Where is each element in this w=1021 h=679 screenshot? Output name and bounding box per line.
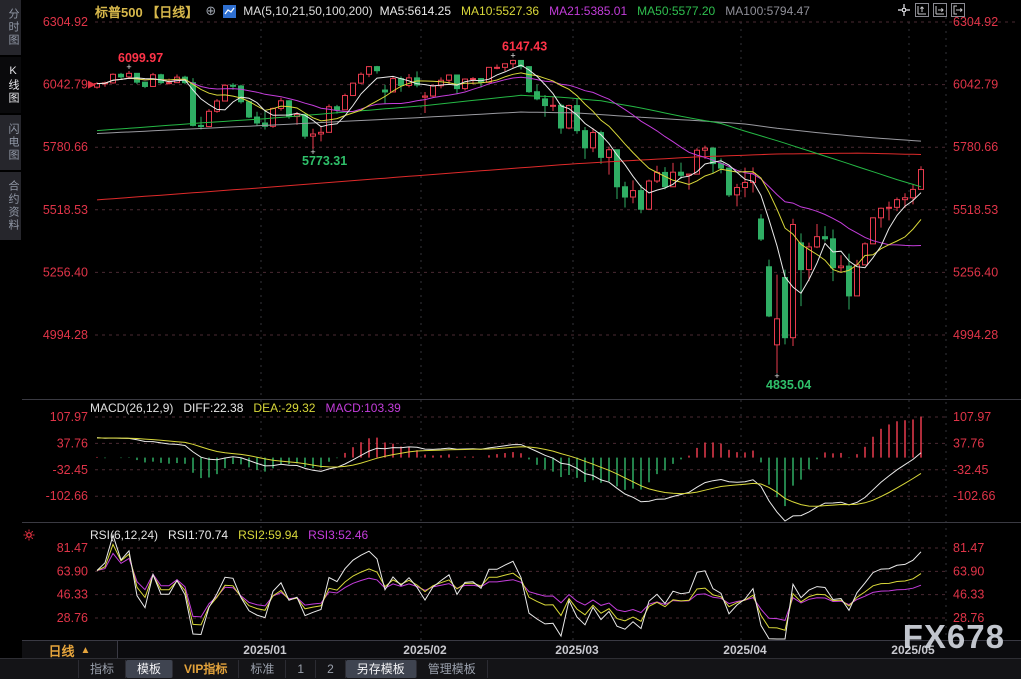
- watermark: FX678: [903, 618, 1005, 656]
- svg-text:-102.66: -102.66: [953, 489, 995, 503]
- macd-legend-item: MACD:103.39: [325, 401, 400, 417]
- svg-text:81.47: 81.47: [953, 541, 984, 555]
- svg-text:5780.66: 5780.66: [43, 140, 88, 154]
- extreme-plus-marker: +: [510, 51, 515, 61]
- rsi-params: RSI(6,12,24): [90, 528, 158, 544]
- ma-legend: MA5:5614.25 MA10:5527.36 MA21:5385.01 MA50:…: [380, 4, 810, 18]
- date-axis: 日线 ▲ 2025/012025/022025/032025/042025/05: [22, 640, 1021, 659]
- header-toolbar: [897, 3, 965, 17]
- svg-text:28.76: 28.76: [57, 611, 88, 625]
- svg-text:6304.92: 6304.92: [953, 15, 998, 29]
- left-sidebar: 分时图K线图闪电图合约资料: [0, 0, 22, 679]
- tab-slot-1[interactable]: 1: [286, 660, 316, 678]
- chevron-up-icon: ▲: [81, 645, 91, 656]
- month-label: 2025/02: [397, 643, 453, 657]
- chart-header: 标普500 【日线】 ⊕ MA(5,10,21,50,100,200) MA5:…: [22, 0, 951, 22]
- bottom-tab-bar: 指标模板VIP指标标准12另存模板管理模板: [0, 658, 1021, 679]
- svg-text:5518.53: 5518.53: [953, 203, 998, 217]
- trading-app-window: 6304.926304.926042.796042.795780.665780.…: [0, 0, 1021, 679]
- svg-text:-32.45: -32.45: [953, 463, 988, 477]
- indicator-settings-icon[interactable]: [23, 528, 35, 546]
- svg-text:63.90: 63.90: [57, 564, 88, 578]
- extreme-plus-marker: +: [310, 147, 315, 157]
- svg-text:6042.79: 6042.79: [953, 78, 998, 92]
- svg-text:4994.28: 4994.28: [43, 328, 88, 342]
- circle-plus-icon[interactable]: ⊕: [205, 3, 216, 19]
- svg-text:5780.66: 5780.66: [953, 140, 998, 154]
- ma-legend-item: MA5:5614.25: [380, 4, 451, 18]
- sidebar-item-time-chart[interactable]: 分时图: [0, 0, 21, 55]
- rsi-header: RSI(6,12,24) RSI1:70.74 RSI2:59.94 RSI3:52…: [90, 528, 368, 544]
- tab-vip-indicators[interactable]: VIP指标: [173, 660, 239, 678]
- rsi-legend-item: RSI2:59.94: [238, 528, 298, 544]
- svg-text:46.33: 46.33: [953, 588, 984, 602]
- svg-text:37.76: 37.76: [57, 436, 88, 450]
- ma-legend-item: MA10:5527.36: [461, 4, 539, 18]
- ma-lines: [97, 65, 921, 293]
- period-label: 日线: [49, 641, 75, 660]
- tab-indicators[interactable]: 指标: [78, 660, 126, 678]
- macd-header: MACD(26,12,9) DIFF:22.38 DEA:-29.32 MACD:1…: [90, 401, 401, 417]
- period-selector[interactable]: 日线 ▲: [22, 641, 118, 659]
- pane-export-icon[interactable]: [951, 3, 965, 17]
- svg-text:6147.43: 6147.43: [502, 40, 547, 54]
- svg-text:46.33: 46.33: [57, 588, 88, 602]
- month-label: 2025/01: [237, 643, 293, 657]
- macd-legend-item: DEA:-29.32: [253, 401, 315, 417]
- sidebar-item-kline-chart[interactable]: K线图: [0, 57, 21, 113]
- macd-params: MACD(26,12,9): [90, 401, 173, 417]
- svg-text:107.97: 107.97: [953, 410, 991, 424]
- rsi-panel: [97, 535, 921, 639]
- sidebar-item-flash-chart[interactable]: 闪电图: [0, 115, 21, 170]
- svg-text:5256.40: 5256.40: [43, 265, 88, 279]
- tab-save-template[interactable]: 另存模板: [346, 660, 417, 678]
- svg-text:-102.66: -102.66: [46, 489, 88, 503]
- svg-text:5518.53: 5518.53: [43, 203, 88, 217]
- svg-text:-32.45: -32.45: [53, 463, 88, 477]
- ma-params: MA(5,10,21,50,100,200): [243, 4, 372, 18]
- svg-text:4994.28: 4994.28: [953, 328, 998, 342]
- pane-move-icon[interactable]: [933, 3, 947, 17]
- page-title: 标普500 【日线】: [95, 2, 198, 21]
- sidebar-item-contract-info[interactable]: 合约资料: [0, 172, 21, 240]
- tab-manage-templates[interactable]: 管理模板: [417, 660, 488, 678]
- macd-legend-item: DIFF:22.38: [183, 401, 243, 417]
- tab-templates[interactable]: 模板: [126, 660, 173, 678]
- axis-scale-icon[interactable]: [915, 3, 929, 17]
- month-label: 2025/03: [549, 643, 605, 657]
- macd-panel: [97, 417, 921, 521]
- tab-standard[interactable]: 标准: [239, 660, 286, 678]
- month-label: 2025/04: [717, 643, 773, 657]
- svg-text:5256.40: 5256.40: [953, 265, 998, 279]
- candlesticks: [95, 60, 924, 373]
- svg-text:6099.97: 6099.97: [118, 51, 163, 65]
- ma-legend-item: MA21:5385.01: [549, 4, 627, 18]
- line-chart-icon: [223, 5, 236, 18]
- svg-text:81.47: 81.47: [57, 541, 88, 555]
- svg-text:6042.79: 6042.79: [43, 78, 88, 92]
- svg-text:5773.31: 5773.31: [302, 154, 347, 168]
- rsi-legend-item: RSI3:52.46: [308, 528, 368, 544]
- crosshair-icon[interactable]: [897, 3, 911, 17]
- extreme-plus-marker: +: [774, 371, 779, 381]
- ma-legend-item: MA100:5794.47: [725, 4, 810, 18]
- rsi-legend-item: RSI1:70.74: [168, 528, 228, 544]
- extreme-plus-marker: +: [126, 62, 131, 72]
- price-annotations: 6099.97+6147.43+5773.31+4835.04+: [88, 40, 811, 392]
- ma-legend-item: MA50:5577.20: [637, 4, 715, 18]
- grid-lines: [22, 10, 1021, 640]
- svg-text:4835.04: 4835.04: [766, 378, 811, 392]
- svg-text:107.97: 107.97: [50, 410, 88, 424]
- svg-text:37.76: 37.76: [953, 436, 984, 450]
- svg-text:63.90: 63.90: [953, 564, 984, 578]
- chart-canvas[interactable]: 6304.926304.926042.796042.795780.665780.…: [0, 0, 1021, 679]
- tab-slot-2[interactable]: 2: [316, 660, 346, 678]
